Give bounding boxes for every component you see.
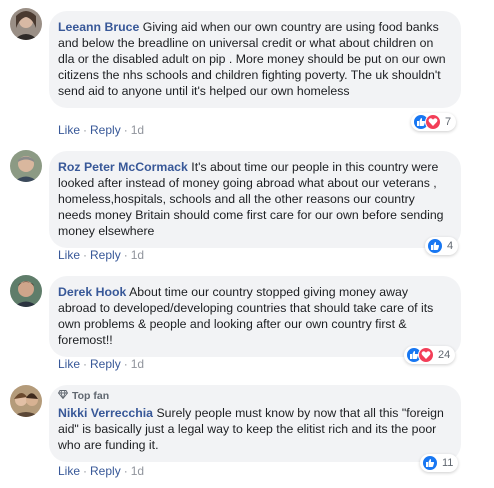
top-fan-badge: Top fan <box>57 390 449 403</box>
reply-link[interactable]: Reply <box>90 464 121 478</box>
reaction-summary[interactable]: 4 <box>425 237 459 255</box>
reaction-count: 24 <box>438 349 451 361</box>
avatar[interactable] <box>10 150 42 182</box>
reaction-summary[interactable]: 7 <box>411 113 457 131</box>
comment-actions: Like · Reply · 1d <box>58 357 145 371</box>
top-fan-label: Top fan <box>72 390 110 402</box>
timestamp[interactable]: 1d <box>131 123 144 137</box>
like-icon <box>422 455 438 471</box>
timestamp[interactable]: 1d <box>131 248 144 262</box>
like-link[interactable]: Like <box>58 464 80 478</box>
reply-link[interactable]: Reply <box>90 248 121 262</box>
author-name[interactable]: Roz Peter McCormack <box>58 160 188 174</box>
reply-link[interactable]: Reply <box>90 123 121 137</box>
author-name[interactable]: Leeann Bruce <box>58 20 139 34</box>
comment-bubble: Roz Peter McCormack It's about time our … <box>49 151 461 248</box>
comment-bubble: Leeann Bruce Giving aid when our own cou… <box>49 11 461 108</box>
reaction-summary[interactable]: 11 <box>420 454 459 472</box>
comment-bubble: Derek Hook About time our country stoppe… <box>49 276 461 357</box>
like-link[interactable]: Like <box>58 123 80 137</box>
avatar[interactable] <box>10 275 42 307</box>
like-link[interactable]: Like <box>58 248 80 262</box>
reaction-count: 7 <box>445 116 452 128</box>
diamond-icon <box>57 390 69 403</box>
comment-actions: Like · Reply · 1d <box>58 123 145 137</box>
comment-actions: Like · Reply · 1d <box>58 464 145 478</box>
like-link[interactable]: Like <box>58 357 80 371</box>
comment-bubble: Top fan Nikki Verrecchia Surely people m… <box>49 385 461 462</box>
author-name[interactable]: Nikki Verrecchia <box>58 406 153 420</box>
reaction-count: 11 <box>442 457 454 469</box>
reaction-count: 4 <box>447 240 454 252</box>
avatar[interactable] <box>10 385 42 417</box>
love-icon <box>418 347 434 363</box>
avatar[interactable] <box>10 8 42 40</box>
comment-actions: Like · Reply · 1d <box>58 248 145 262</box>
reaction-summary[interactable]: 24 <box>404 346 456 364</box>
love-icon <box>425 114 441 130</box>
like-icon <box>427 238 443 254</box>
reply-link[interactable]: Reply <box>90 357 121 371</box>
timestamp[interactable]: 1d <box>131 357 144 371</box>
author-name[interactable]: Derek Hook <box>58 285 126 299</box>
timestamp[interactable]: 1d <box>131 464 144 478</box>
